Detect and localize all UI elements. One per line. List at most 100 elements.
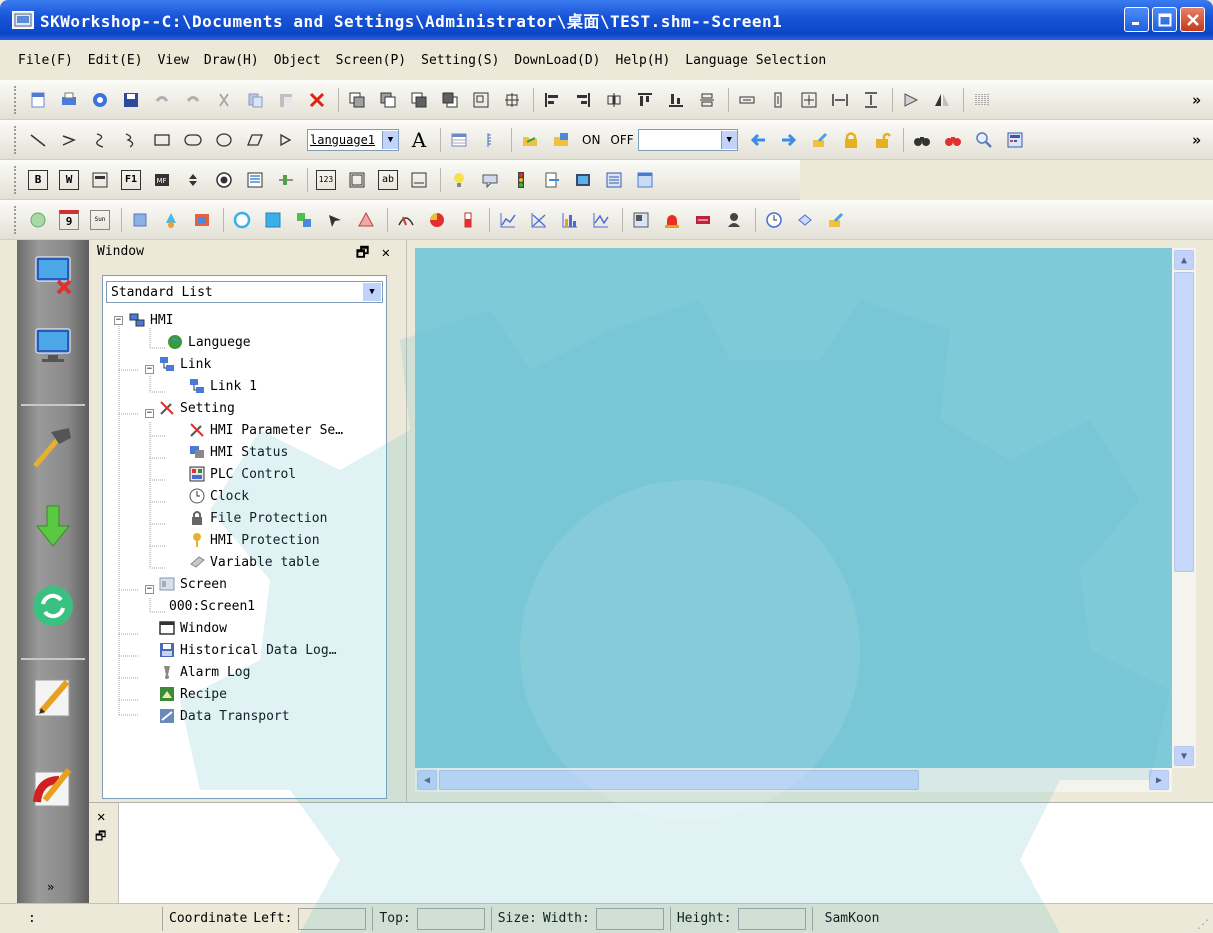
flip-vertical-icon[interactable] <box>932 90 952 110</box>
tree-item-alarm-log[interactable]: Alarm Log <box>159 661 250 683</box>
copy-icon[interactable] <box>245 90 265 110</box>
menu-setting[interactable]: Setting(S) <box>421 53 499 68</box>
expand-chevron-icon[interactable]: » <box>47 880 54 894</box>
tree-item-languege[interactable]: Languege <box>167 331 251 353</box>
word-button-icon[interactable]: W <box>59 169 79 190</box>
dial-icon[interactable] <box>396 210 416 230</box>
offline-simulate-button[interactable] <box>27 760 79 812</box>
compile-button[interactable] <box>27 420 79 472</box>
history-trend-icon[interactable] <box>591 210 611 230</box>
group-icon[interactable] <box>471 90 491 110</box>
new-screen-button[interactable] <box>27 320 79 372</box>
scroll-right-icon[interactable]: ▶ <box>1149 770 1169 790</box>
traffic-light-icon[interactable] <box>511 170 531 190</box>
horizontal-scrollbar[interactable]: ◀ ▶ <box>415 768 1172 792</box>
table-icon[interactable] <box>449 130 469 150</box>
refresh-button[interactable] <box>27 580 79 632</box>
calendar-icon[interactable]: 9 <box>59 209 79 230</box>
same-size-icon[interactable] <box>799 90 819 110</box>
collapse-screen-icon[interactable]: − <box>145 585 154 594</box>
tree-item-hmi-status[interactable]: HMI Status <box>189 441 288 463</box>
window-icon[interactable] <box>635 170 655 190</box>
clock-icon[interactable] <box>28 210 48 230</box>
screen-canvas[interactable] <box>415 248 1172 768</box>
redo-icon[interactable] <box>183 90 203 110</box>
ungroup-icon[interactable] <box>502 90 522 110</box>
collapse-hmi-icon[interactable]: − <box>114 316 123 325</box>
paste-icon[interactable] <box>276 90 296 110</box>
alarm-bar-icon[interactable] <box>693 210 713 230</box>
alarm-light-icon[interactable] <box>662 210 682 230</box>
scale-icon[interactable] <box>480 130 500 150</box>
resize-grip-icon[interactable]: ⋰ <box>1197 917 1209 931</box>
parallelogram-icon[interactable] <box>245 130 265 150</box>
more-chevron-icon[interactable]: » <box>1192 91 1201 109</box>
updown-icon[interactable] <box>183 170 203 190</box>
multi-function-icon[interactable]: MF <box>152 170 172 190</box>
tree-item-file-protection[interactable]: File Protection <box>189 507 327 529</box>
tree-item-setting[interactable]: Setting <box>159 397 235 419</box>
scroll-down-icon[interactable]: ▼ <box>1174 746 1194 766</box>
tree-item-clock[interactable]: Clock <box>189 485 249 507</box>
zoom-icon[interactable] <box>974 130 994 150</box>
monitor-icon[interactable] <box>573 170 593 190</box>
freeform-icon[interactable] <box>121 130 141 150</box>
same-height-icon[interactable] <box>768 90 788 110</box>
import-folder-icon[interactable] <box>551 130 571 150</box>
close-icon[interactable]: ✕ <box>382 245 390 261</box>
radio-icon[interactable] <box>214 170 234 190</box>
slider-icon[interactable] <box>276 170 296 190</box>
script-icon[interactable] <box>795 210 815 230</box>
open-icon[interactable] <box>90 90 110 110</box>
bar-meter-icon[interactable] <box>458 210 478 230</box>
distribute-h-icon[interactable] <box>830 90 850 110</box>
forward-icon[interactable] <box>409 90 429 110</box>
user-icon[interactable] <box>724 210 744 230</box>
align-middle-icon[interactable] <box>697 90 717 110</box>
collapse-setting-icon[interactable]: − <box>145 409 154 418</box>
menu-file[interactable]: File(F) <box>18 53 73 68</box>
off-indicator[interactable]: OFF <box>610 133 633 147</box>
pie-icon[interactable] <box>427 210 447 230</box>
align-bottom-icon[interactable] <box>666 90 686 110</box>
tree-item-link[interactable]: Link <box>159 353 211 375</box>
tree-item-screen1[interactable]: 000:Screen1 <box>169 595 255 617</box>
circle-meter-icon[interactable] <box>232 210 252 230</box>
edit-object-icon[interactable] <box>826 210 846 230</box>
ellipse-icon[interactable] <box>214 130 234 150</box>
flow-icon[interactable] <box>161 210 181 230</box>
menu-edit[interactable]: Edit(E) <box>88 53 143 68</box>
restore-icon[interactable]: 🗗 <box>356 245 369 261</box>
scroll-up-icon[interactable]: ▲ <box>1174 250 1194 270</box>
trend-icon[interactable] <box>498 210 518 230</box>
menu-screen[interactable]: Screen(P) <box>336 53 406 68</box>
undo-icon[interactable] <box>152 90 172 110</box>
save-icon[interactable] <box>121 90 141 110</box>
pointer-icon[interactable] <box>325 210 345 230</box>
arrow-left-icon[interactable] <box>748 130 768 150</box>
grid-icon[interactable] <box>972 90 992 110</box>
align-left-icon[interactable] <box>542 90 562 110</box>
tree-item-screen[interactable]: Screen <box>159 573 227 595</box>
cut-icon[interactable] <box>214 90 234 110</box>
vertical-scrollbar[interactable]: ▲ ▼ <box>1172 248 1196 768</box>
state-select[interactable]: ▼ <box>637 128 738 151</box>
bit-button-icon[interactable]: B <box>28 169 48 190</box>
lamp-icon[interactable] <box>449 170 469 190</box>
tree-item-historical-data-log[interactable]: Historical Data Log… <box>159 639 337 661</box>
vertical-scroll-thumb[interactable] <box>1174 272 1194 572</box>
line-icon[interactable] <box>28 130 48 150</box>
image-icon[interactable] <box>130 210 150 230</box>
align-top-icon[interactable] <box>635 90 655 110</box>
xy-plot-icon[interactable] <box>529 210 549 230</box>
replace-icon[interactable] <box>943 130 963 150</box>
bring-front-icon[interactable] <box>347 90 367 110</box>
text-input-icon[interactable] <box>409 170 429 190</box>
backward-icon[interactable] <box>440 90 460 110</box>
numeric-display-icon[interactable]: 123 <box>316 169 336 190</box>
tree-item-hmi-protection[interactable]: HMI Protection <box>189 529 320 551</box>
scroll-left-icon[interactable]: ◀ <box>417 770 437 790</box>
language-select[interactable]: language1 ▼ <box>307 128 399 151</box>
weekday-icon[interactable]: Sun <box>90 209 110 230</box>
rounded-rect-icon[interactable] <box>183 130 203 150</box>
